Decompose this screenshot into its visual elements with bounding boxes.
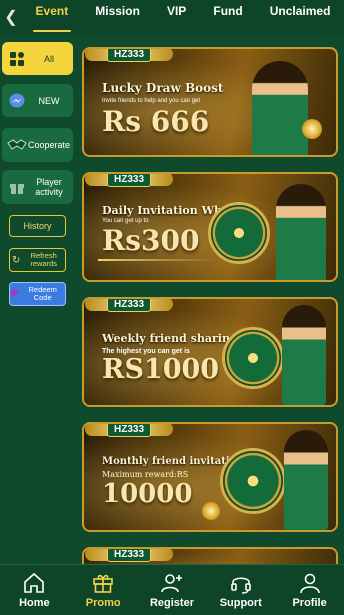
- coins-image: [302, 119, 322, 139]
- promo-banner-weekly-sharing[interactable]: HZ333 Weekly friend sharing The highest …: [82, 297, 338, 407]
- promo-character-image: [252, 61, 308, 155]
- promo-banner-lucky-draw[interactable]: HZ333 Lucky Draw Boost Invite friends to…: [82, 47, 338, 157]
- banner-amount: RS1000: [102, 354, 220, 385]
- promo-character-image: [276, 184, 326, 280]
- nav-label: Register: [149, 597, 194, 609]
- banner-subtitle: Invite friends to help and you can get: [102, 98, 201, 104]
- prize-wheel-image: [220, 448, 286, 514]
- gift-icon: ❉: [10, 288, 19, 299]
- tab-event[interactable]: Event: [32, 0, 72, 34]
- sidebar-item-cooperate[interactable]: Cooperate: [2, 128, 73, 162]
- hz333-logo: HZ333: [84, 299, 174, 313]
- promo-banner-daily-wheel[interactable]: HZ333 Daily Invitation Wheel You can get…: [82, 172, 338, 282]
- redeem-code-label: Redeem Code: [28, 285, 57, 302]
- hz333-logo: HZ333: [84, 49, 174, 63]
- gift-icon: [93, 574, 113, 593]
- promo-character-image: [284, 430, 328, 530]
- sidebar-item-player-activity[interactable]: Player activity: [2, 170, 73, 204]
- top-tab-bar: ❮ Event Mission VIP Fund Unclaimed: [0, 0, 344, 34]
- sidebar-item-label: All: [43, 53, 54, 64]
- tab-vip[interactable]: VIP: [164, 0, 189, 34]
- nav-label: Support: [219, 597, 262, 609]
- tab-unclaimed[interactable]: Unclaimed: [267, 0, 334, 34]
- nav-label: Profile: [292, 597, 327, 609]
- sidebar-item-label: NEW: [38, 95, 60, 106]
- promo-banner-monthly-invitations[interactable]: HZ333 Monthly friend invitations Maximum…: [82, 422, 338, 532]
- messenger-icon: [6, 90, 28, 112]
- refresh-rewards-button[interactable]: ↻ Refresh rewards: [9, 248, 66, 272]
- sidebar: All NEW Cooperate Player activity Histor…: [0, 34, 80, 564]
- banner-amount: Rs 666: [102, 105, 210, 138]
- nav-promo[interactable]: Promo: [71, 565, 135, 615]
- banner-amount: Rs300: [102, 224, 200, 257]
- hz333-logo: HZ333: [84, 424, 174, 438]
- sidebar-item-label: Player activity: [35, 177, 63, 197]
- category-tabs: Event Mission VIP Fund Unclaimed: [22, 0, 344, 34]
- prize-wheel-image: [222, 327, 284, 389]
- hz333-logo: HZ333: [84, 549, 174, 563]
- sidebar-item-all[interactable]: All: [2, 42, 73, 75]
- banner-amount: 10000: [102, 479, 193, 509]
- coins-image: [202, 502, 220, 520]
- banner-subtitle: Maximum reward:RS: [102, 470, 189, 479]
- refresh-icon: ↻: [12, 254, 21, 266]
- tab-fund[interactable]: Fund: [210, 0, 245, 34]
- nav-support[interactable]: Support: [209, 565, 273, 615]
- home-icon: [24, 572, 45, 593]
- bottom-navigation: Home Promo Register Support Profile: [0, 564, 344, 615]
- promo-page: ❮ Event Mission VIP Fund Unclaimed All N…: [0, 0, 344, 615]
- handshake-icon: [6, 134, 28, 156]
- nav-label: Home: [19, 597, 50, 609]
- gift-icon: [6, 176, 28, 198]
- redeem-code-button[interactable]: ❉ Redeem Code: [9, 282, 66, 306]
- user-icon: [299, 573, 320, 594]
- sidebar-item-new[interactable]: NEW: [2, 84, 73, 117]
- tab-mission[interactable]: Mission: [92, 0, 143, 34]
- banner-title: Weekly friend sharing: [102, 332, 238, 345]
- history-button[interactable]: History: [9, 215, 66, 237]
- nav-profile[interactable]: Profile: [278, 565, 342, 615]
- nav-label: Promo: [85, 597, 121, 609]
- headset-icon: [230, 577, 251, 594]
- hz333-logo: HZ333: [84, 174, 174, 188]
- refresh-rewards-label: Refresh rewards: [30, 251, 58, 268]
- promo-character-image: [282, 305, 326, 405]
- nav-home[interactable]: Home: [2, 565, 66, 615]
- nav-register[interactable]: Register: [140, 565, 204, 615]
- sidebar-item-label: Cooperate: [27, 140, 70, 150]
- banner-title: Lucky Draw Boost: [102, 81, 224, 95]
- grid-icon: [6, 48, 28, 70]
- add-user-icon: [161, 574, 182, 593]
- back-icon[interactable]: ❮: [0, 0, 22, 34]
- prize-wheel-image: [208, 202, 270, 264]
